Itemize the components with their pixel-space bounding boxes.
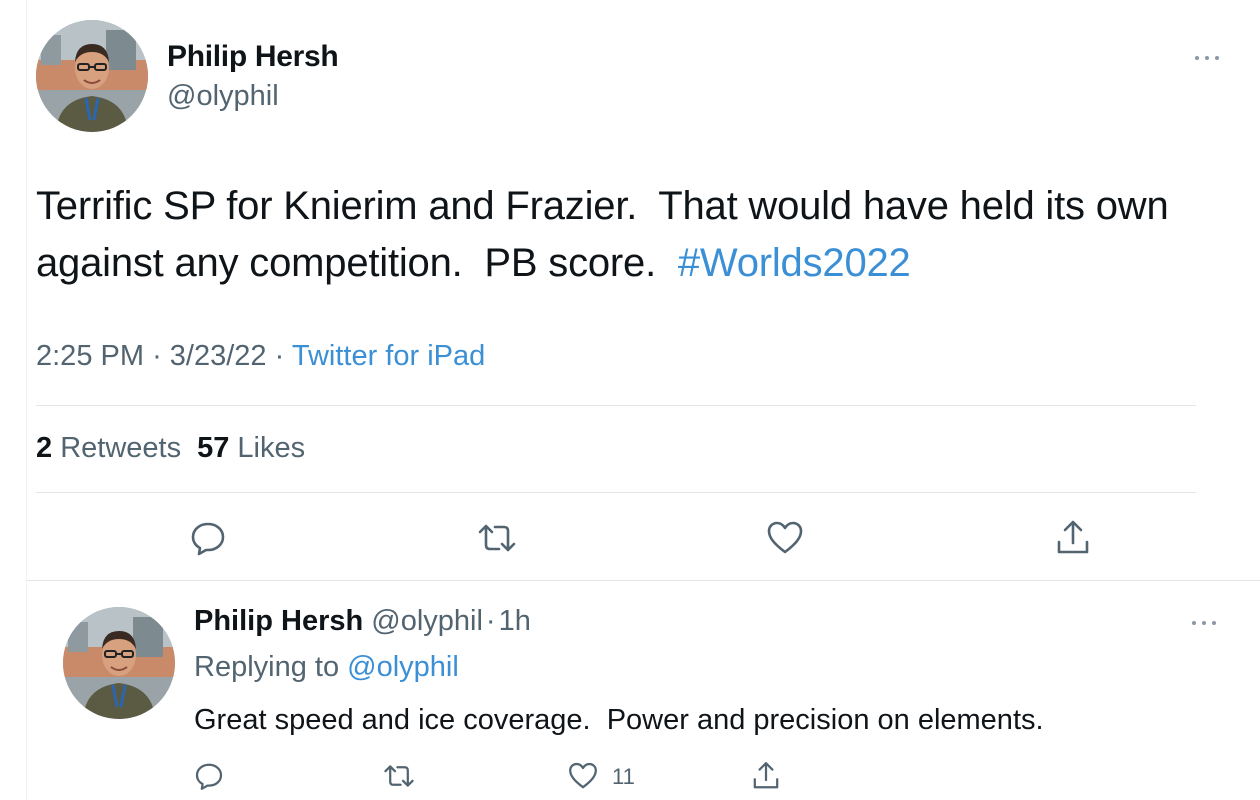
reply-button[interactable] bbox=[188, 518, 228, 558]
author-handle[interactable]: @olyphil bbox=[167, 80, 279, 113]
retweets-stat[interactable]: 2 Retweets bbox=[36, 432, 181, 464]
reply-author-name[interactable]: Philip Hersh bbox=[194, 605, 363, 637]
heart-icon bbox=[569, 762, 597, 789]
reply-author-handle[interactable]: @olyphil bbox=[371, 605, 483, 637]
reply-time[interactable]: 1h bbox=[499, 605, 531, 637]
like-button[interactable] bbox=[765, 518, 805, 558]
like-count: 57 bbox=[197, 432, 230, 464]
reply-text: Great speed and ice coverage. Power and … bbox=[194, 704, 1044, 736]
timeline-left-border bbox=[26, 0, 27, 800]
divider bbox=[36, 405, 1196, 406]
avatar[interactable] bbox=[63, 607, 175, 719]
tweet-source[interactable]: Twitter for iPad bbox=[292, 340, 485, 372]
tweet-text: Terrific SP for Knierim and Frazier. Tha… bbox=[36, 178, 1206, 292]
heart-icon bbox=[767, 521, 803, 554]
reply-button[interactable] bbox=[193, 760, 225, 792]
retweet-count: 2 bbox=[36, 432, 53, 464]
replying-label: Replying to bbox=[194, 651, 340, 683]
avatar[interactable] bbox=[36, 20, 148, 132]
meta-separator: · bbox=[152, 340, 162, 372]
reply-like-count: 11 bbox=[612, 764, 635, 789]
retweet-button[interactable] bbox=[383, 760, 415, 792]
retweet-button[interactable] bbox=[477, 518, 517, 558]
retweet-label: Retweets bbox=[60, 432, 182, 464]
like-button[interactable] bbox=[567, 760, 599, 792]
retweet-icon bbox=[384, 765, 414, 787]
share-button[interactable] bbox=[1053, 518, 1093, 558]
hashtag-link[interactable]: #Worlds2022 bbox=[678, 241, 911, 285]
avatar-photo-icon bbox=[63, 607, 175, 719]
engagement-stats: 2 Retweets 57 Likes bbox=[36, 432, 305, 465]
tweet-time[interactable]: 2:25 PM bbox=[36, 340, 144, 372]
share-button[interactable] bbox=[750, 760, 782, 792]
reply-header: Philip Hersh @olyphil · 1h bbox=[194, 605, 531, 638]
author-name[interactable]: Philip Hersh bbox=[167, 40, 339, 74]
tweet-body: Terrific SP for Knierim and Frazier. Tha… bbox=[36, 184, 1180, 285]
more-dots-icon[interactable] bbox=[1190, 613, 1220, 633]
share-icon bbox=[753, 762, 779, 789]
replying-to: Replying to @olyphil bbox=[194, 651, 459, 684]
divider bbox=[36, 492, 1196, 493]
reply-icon bbox=[191, 522, 225, 556]
replying-to-handle[interactable]: @olyphil bbox=[347, 651, 459, 683]
like-label: Likes bbox=[237, 432, 306, 464]
more-dots-icon[interactable] bbox=[1193, 48, 1223, 68]
meta-separator: · bbox=[274, 340, 285, 372]
tweet-separator bbox=[27, 580, 1260, 581]
likes-stat[interactable]: 57 Likes bbox=[197, 432, 305, 464]
tweet-date[interactable]: 3/23/22 bbox=[170, 340, 267, 372]
reply-icon bbox=[195, 763, 223, 790]
share-icon bbox=[1057, 520, 1089, 554]
tweet-meta: 2:25 PM · 3/23/22 · Twitter for iPad bbox=[36, 340, 485, 373]
reply-separator: · bbox=[485, 605, 496, 637]
retweet-icon bbox=[478, 524, 516, 552]
avatar-photo-icon bbox=[36, 20, 148, 132]
